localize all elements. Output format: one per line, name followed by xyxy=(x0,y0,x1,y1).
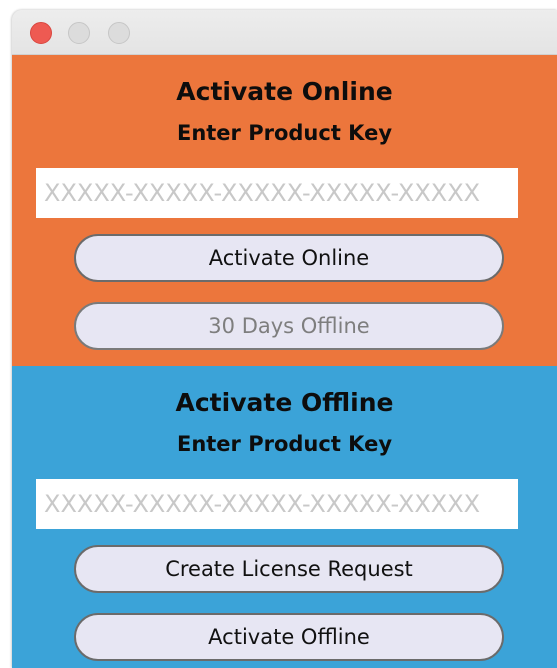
online-section-title: Activate Online xyxy=(176,77,393,106)
thirty-days-offline-button[interactable]: 30 Days Offline xyxy=(74,302,504,350)
minimize-window-icon[interactable] xyxy=(68,22,90,44)
offline-key-label: Enter Product Key xyxy=(176,432,393,456)
title-bar[interactable] xyxy=(12,10,557,55)
create-license-request-button[interactable]: Create License Request xyxy=(74,545,504,593)
close-window-icon[interactable] xyxy=(30,22,52,44)
online-product-key-input[interactable] xyxy=(36,168,518,218)
online-key-label: Enter Product Key xyxy=(176,121,393,145)
activate-online-button[interactable]: Activate Online xyxy=(74,234,504,282)
zoom-window-icon[interactable] xyxy=(108,22,130,44)
activate-online-panel: Activate Online Enter Product Key Activa… xyxy=(12,55,557,366)
activation-window: Activate Online Enter Product Key Activa… xyxy=(12,10,557,668)
offline-product-key-input[interactable] xyxy=(36,479,518,529)
activate-offline-panel: Activate Offline Enter Product Key Creat… xyxy=(12,366,557,668)
offline-section-title: Activate Offline xyxy=(175,388,394,417)
activate-offline-button[interactable]: Activate Offline xyxy=(74,613,504,661)
